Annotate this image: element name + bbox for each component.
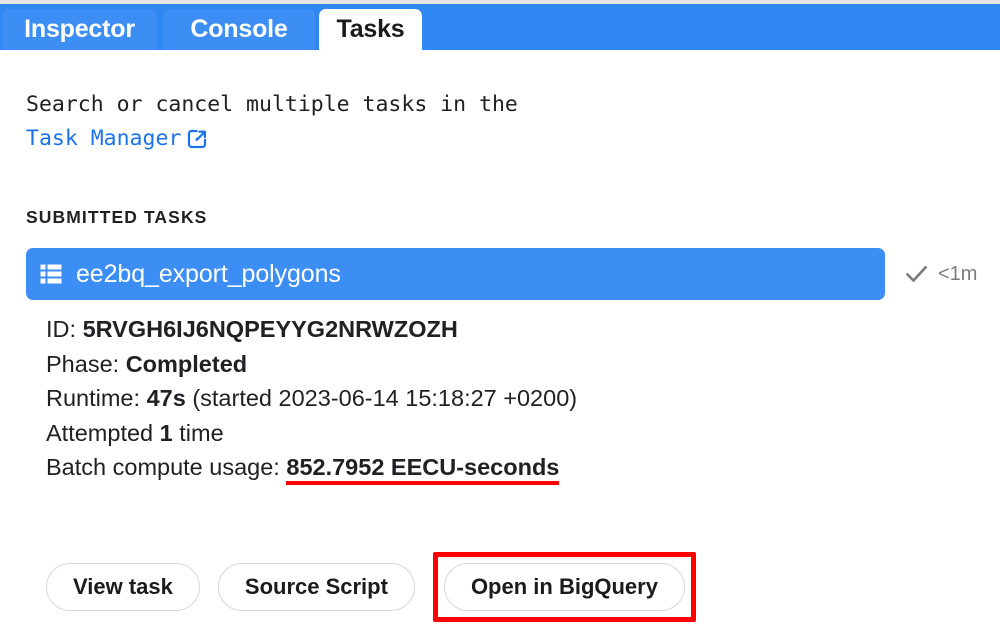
- task-actions: View task Source Script Open in BigQuery: [46, 552, 696, 622]
- detail-runtime-label: Runtime:: [46, 385, 141, 411]
- detail-batch-label: Batch compute usage:: [46, 454, 280, 480]
- detail-id: ID: 5RVGH6IJ6NQPEYYG2NRWZOZH: [46, 312, 577, 347]
- detail-runtime: Runtime: 47s (started 2023-06-14 15:18:2…: [46, 381, 577, 416]
- intro-line-2: Task Manager: [26, 122, 666, 160]
- tab-inspector[interactable]: Inspector: [2, 9, 157, 50]
- task-status-group: <1m: [904, 248, 977, 300]
- view-task-button-label: View task: [73, 574, 173, 599]
- open-in-bigquery-button-label: Open in BigQuery: [470, 574, 658, 599]
- detail-phase-value: Completed: [125, 350, 248, 377]
- source-script-button-label: Source Script: [244, 574, 388, 599]
- view-task-button[interactable]: View task: [46, 563, 200, 611]
- detail-id-label: ID:: [46, 316, 77, 342]
- source-script-button[interactable]: Source Script: [217, 563, 415, 611]
- open-in-bigquery-button[interactable]: Open in BigQuery: [443, 563, 685, 611]
- intro-line-1: Search or cancel multiple tasks in the: [26, 92, 518, 117]
- detail-attempts-value: 1: [159, 419, 173, 446]
- task-manager-link-label: Task Manager: [26, 126, 182, 151]
- detail-runtime-value: 47s: [146, 385, 186, 411]
- tasks-panel: Search or cancel multiple tasks in the T…: [0, 50, 1000, 624]
- check-icon: [904, 262, 929, 287]
- tab-inspector-label: Inspector: [24, 15, 135, 43]
- task-name-label: ee2bq_export_polygons: [76, 259, 341, 288]
- detail-attempts-prefix: Attempted: [46, 419, 154, 446]
- tab-console-label: Console: [190, 15, 288, 43]
- task-row-button[interactable]: ee2bq_export_polygons: [26, 248, 885, 300]
- detail-batch-value: 852.7952 EECU-seconds: [286, 454, 560, 485]
- tab-console[interactable]: Console: [163, 9, 315, 50]
- tab-tasks[interactable]: Tasks: [319, 9, 422, 50]
- detail-attempts-suffix: time: [179, 419, 224, 446]
- table-icon: [40, 263, 62, 285]
- detail-runtime-started: (started 2023-06-14 15:18:27 +0200): [192, 385, 578, 411]
- detail-id-value: 5RVGH6IJ6NQPEYYG2NRWZOZH: [82, 316, 458, 342]
- task-elapsed-label: <1m: [938, 262, 978, 285]
- task-details: ID: 5RVGH6IJ6NQPEYYG2NRWZOZH Phase: Comp…: [46, 312, 577, 485]
- external-link-icon[interactable]: [187, 126, 209, 160]
- task-row: ee2bq_export_polygons <1m: [26, 248, 978, 300]
- detail-attempts: Attempted 1 time: [46, 416, 577, 451]
- open-in-bigquery-highlight: Open in BigQuery: [432, 552, 696, 622]
- detail-batch-usage: Batch compute usage: 852.7952 EECU-secon…: [46, 450, 577, 485]
- intro-text: Search or cancel multiple tasks in the T…: [26, 88, 666, 160]
- detail-phase: Phase: Completed: [46, 347, 577, 382]
- detail-phase-label: Phase:: [46, 350, 120, 377]
- tab-tasks-label: Tasks: [336, 15, 405, 43]
- task-manager-link[interactable]: Task Manager: [26, 126, 181, 151]
- submitted-tasks-heading: SUBMITTED TASKS: [26, 207, 208, 227]
- tab-bar: Inspector Console Tasks: [0, 4, 1000, 50]
